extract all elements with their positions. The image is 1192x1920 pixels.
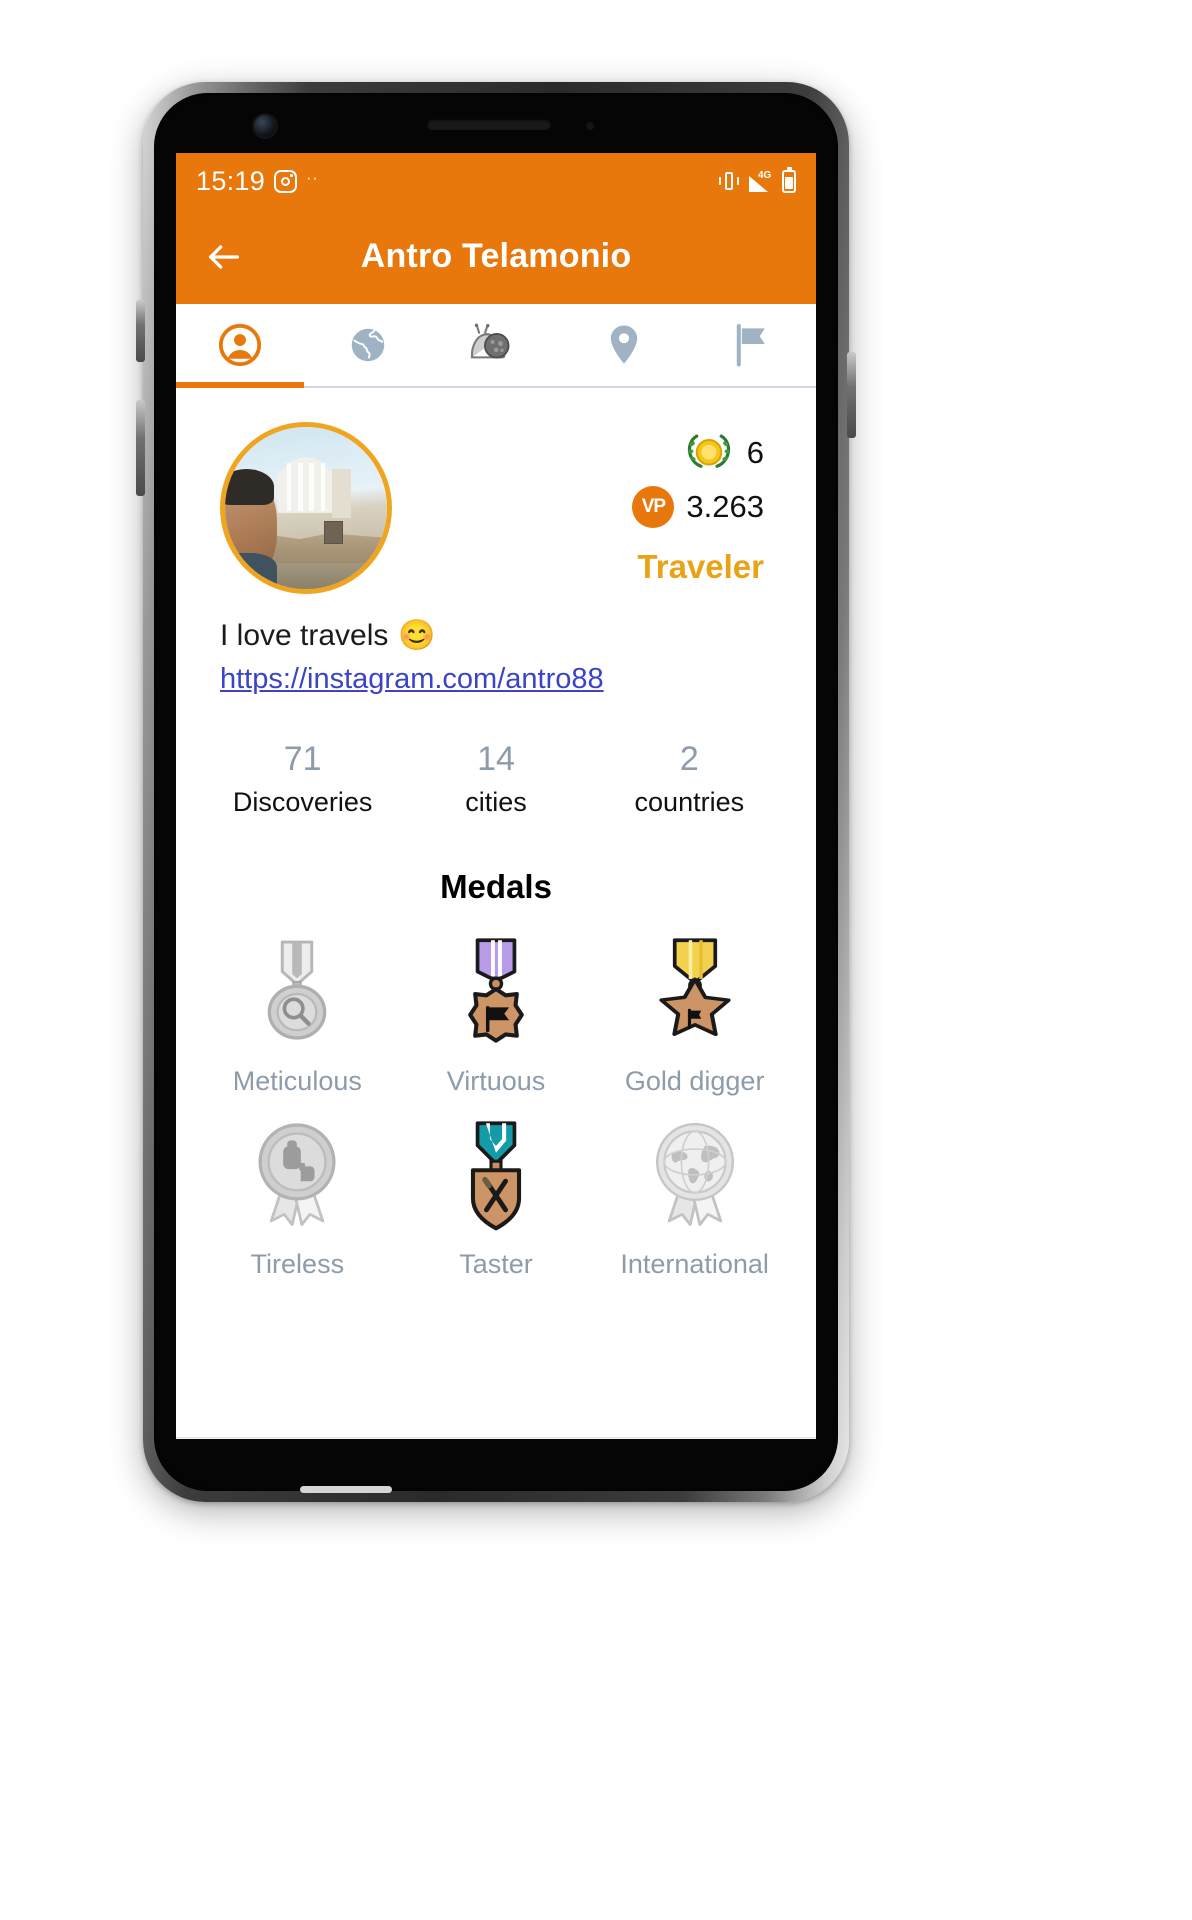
app-bar: Antro Telamonio	[176, 209, 816, 304]
tab-flags[interactable]	[688, 304, 816, 386]
stat-label: Discoveries	[232, 787, 373, 818]
laurel-wreath-icon	[687, 434, 731, 468]
network-type-label: 4G	[758, 169, 772, 181]
phone-bottom-speaker	[300, 1486, 392, 1493]
earpiece-speaker	[427, 119, 551, 130]
bio-link-row: https://instagram.com/antro88	[176, 653, 816, 696]
status-bar-right: 4G	[718, 166, 796, 193]
flag-icon	[736, 324, 765, 367]
rosette-globe-icon	[629, 1107, 761, 1239]
medal-magnifier-icon	[231, 924, 363, 1056]
tab-world[interactable]	[304, 304, 432, 386]
medal-meticulous[interactable]: Meticulous	[198, 924, 397, 1097]
medal-cutlery-icon	[430, 1107, 562, 1239]
medal-international[interactable]: International	[595, 1107, 794, 1280]
stats-row: 71 Discoveries 14 cities 2 countries	[176, 740, 816, 818]
medal-virtuous[interactable]: Virtuous	[397, 924, 596, 1097]
screenshot-root: 15:19 ·· 4G Antro Telamonio 6 VP 3.263 T…	[0, 0, 1192, 1920]
stat-value: 14	[477, 740, 515, 778]
medals-section-title: Medals	[440, 868, 552, 906]
location-pin-icon	[610, 325, 638, 364]
medal-tireless[interactable]: Tireless	[198, 1107, 397, 1280]
medal-label: Tireless	[250, 1249, 345, 1280]
stat-value: 2	[679, 740, 699, 778]
status-bar-left: 15:19 ··	[196, 166, 319, 197]
medal-flag-star-icon	[430, 924, 562, 1056]
volume-down-button[interactable]	[136, 400, 145, 496]
page-title: Antro Telamonio	[360, 237, 632, 275]
profile-content: 6 VP 3.263 Traveler I love travels 😊 htt…	[176, 388, 816, 1437]
android-nav-bar	[176, 1437, 816, 1439]
medal-gold-digger[interactable]: Gold digger	[595, 924, 794, 1097]
person-circle-icon	[218, 323, 262, 367]
stat-cities[interactable]: 14 cities	[399, 740, 592, 818]
bio-text: I love travels	[220, 618, 389, 652]
vp-score-row: VP 3.263	[632, 486, 764, 528]
front-camera-icon	[254, 115, 276, 137]
medal-label: Gold digger	[624, 1066, 765, 1097]
laurel-score-row: 6	[683, 430, 764, 476]
stat-discoveries[interactable]: 71 Discoveries	[206, 740, 399, 818]
tab-bar	[176, 304, 816, 388]
tab-places[interactable]	[560, 304, 688, 386]
signal-strength-icon: 4G	[749, 169, 773, 192]
notification-overflow-icon: ··	[306, 170, 319, 187]
status-time: 15:19	[196, 165, 266, 196]
medal-gold-star-icon	[629, 924, 761, 1056]
phone-bezel: 15:19 ·· 4G Antro Telamonio 6 VP 3.263 T…	[154, 93, 838, 1491]
vp-icon: VP	[632, 486, 675, 528]
power-button[interactable]	[847, 352, 856, 438]
medal-label: Taster	[459, 1249, 533, 1280]
stat-value: 71	[283, 740, 322, 778]
medal-label: Meticulous	[232, 1066, 362, 1097]
phone-device: 15:19 ·· 4G Antro Telamonio 6 VP 3.263 T…	[143, 82, 849, 1502]
profile-score-column: 6 VP 3.263 Traveler	[632, 422, 786, 594]
volume-up-button[interactable]	[136, 300, 145, 362]
vibrate-icon	[718, 170, 740, 192]
smiling-face-icon: 😊	[398, 619, 436, 652]
vp-score-value: 3.263	[686, 489, 764, 524]
medals-grid: Meticulous Virtuous Gold digger Tireless…	[176, 906, 816, 1290]
profile-header: 6 VP 3.263 Traveler	[176, 388, 816, 594]
stat-countries[interactable]: 2 countries	[593, 740, 786, 818]
status-bar: 15:19 ·· 4G	[176, 153, 816, 209]
stat-label: countries	[634, 787, 745, 818]
stat-label: cities	[465, 787, 527, 818]
tab-profile[interactable]	[176, 304, 304, 386]
rosette-backpack-icon	[231, 1107, 363, 1239]
rank-label: Traveler	[637, 548, 764, 585]
medal-label: Virtuous	[446, 1066, 546, 1097]
back-arrow-icon[interactable]	[192, 225, 256, 289]
proximity-sensor-icon	[586, 122, 594, 130]
bio-text-row: I love travels 😊	[176, 594, 816, 653]
snail-icon	[470, 323, 510, 359]
medal-label: International	[620, 1249, 769, 1280]
battery-icon	[782, 166, 796, 193]
profile-link[interactable]: https://instagram.com/antro88	[220, 663, 604, 695]
phone-screen: 15:19 ·· 4G Antro Telamonio 6 VP 3.263 T…	[176, 153, 816, 1439]
laurel-score-value: 6	[746, 435, 764, 470]
medal-taster[interactable]: Taster	[397, 1107, 596, 1280]
avatar[interactable]	[220, 422, 392, 594]
tab-snail[interactable]	[432, 304, 560, 386]
globe-icon	[351, 328, 385, 362]
instagram-icon	[274, 169, 298, 193]
